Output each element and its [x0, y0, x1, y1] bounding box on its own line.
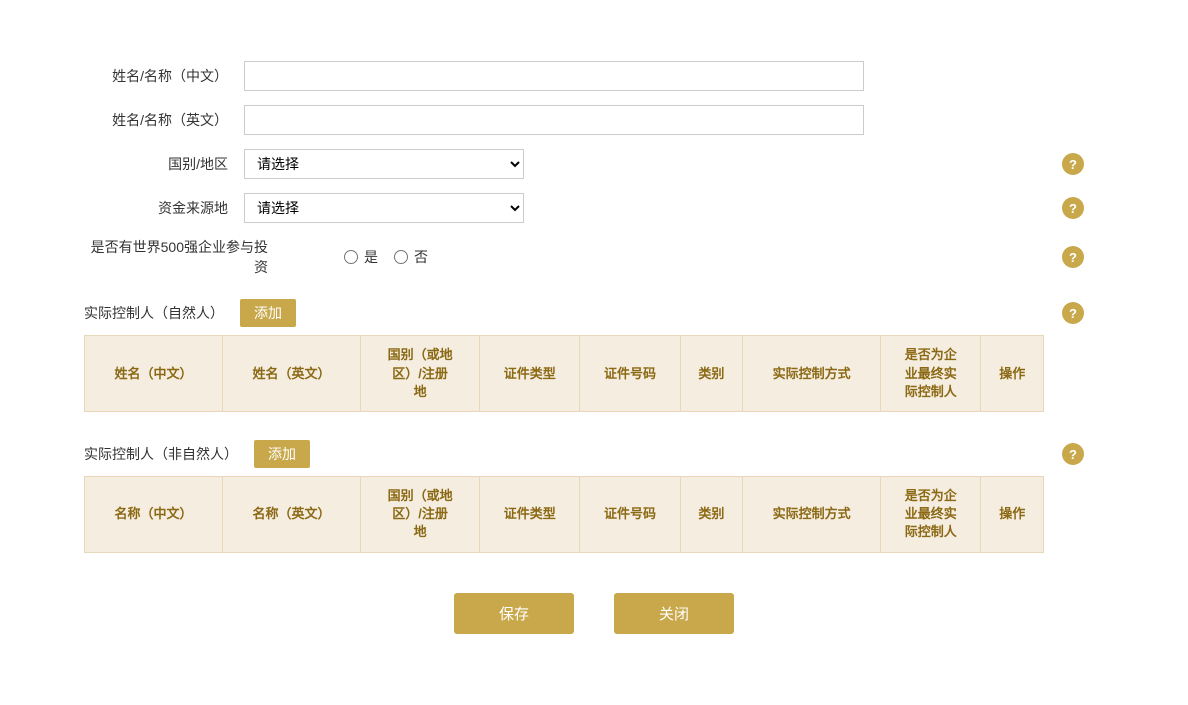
natural-person-help-icon[interactable]: ?	[1062, 302, 1084, 324]
name-cn-input[interactable]	[244, 61, 864, 91]
natural-person-title: 实际控制人（自然人）	[84, 303, 224, 323]
non-natural-person-section: 实际控制人（非自然人） 添加 ? 名称（中文） 名称（英文） 国别（或地区）/注…	[84, 432, 1104, 553]
close-button[interactable]: 关闭	[614, 593, 734, 634]
natural-person-col-9: 操作	[981, 336, 1044, 412]
natural-person-col-6: 类别	[680, 336, 742, 412]
fortune500-no-option[interactable]: 否	[394, 247, 428, 267]
fortune500-row: 是否有世界500强企业参与投资 是 否 ?	[84, 237, 1044, 277]
name-cn-row: 姓名/名称（中文）	[84, 61, 1044, 91]
natural-person-col-1: 姓名（中文）	[85, 336, 223, 412]
name-cn-label: 姓名/名称（中文）	[84, 66, 244, 86]
fortune500-yes-option[interactable]: 是	[344, 247, 378, 267]
non-natural-person-col-3: 国别（或地区）/注册地	[361, 477, 480, 553]
non-natural-person-col-4: 证件类型	[480, 477, 580, 553]
page-container: 姓名/名称（中文） 姓名/名称（英文） 国别/地区 请选择 ? 资金来源地 请选…	[44, 41, 1144, 663]
non-natural-person-col-6: 类别	[680, 477, 742, 553]
non-natural-person-add-button[interactable]: 添加	[254, 440, 310, 468]
fortune500-help-icon[interactable]: ?	[1062, 246, 1084, 268]
non-natural-person-col-2: 名称（英文）	[223, 477, 361, 553]
name-en-label: 姓名/名称（英文）	[84, 110, 244, 130]
non-natural-person-col-5: 证件号码	[580, 477, 680, 553]
non-natural-person-header: 实际控制人（非自然人） 添加 ?	[84, 432, 1044, 476]
natural-person-col-7: 实际控制方式	[743, 336, 881, 412]
fortune500-label: 是否有世界500强企业参与投资	[84, 237, 284, 277]
fund-source-row: 资金来源地 请选择 ?	[84, 193, 1044, 223]
country-select[interactable]: 请选择	[244, 149, 524, 179]
fortune500-no-label: 否	[414, 247, 428, 267]
natural-person-header-row: 姓名（中文） 姓名（英文） 国别（或地区）/注册地 证件类型 证件号码 类别 实…	[85, 336, 1044, 412]
non-natural-person-col-7: 实际控制方式	[743, 477, 881, 553]
natural-person-col-4: 证件类型	[480, 336, 580, 412]
natural-person-col-3: 国别（或地区）/注册地	[361, 336, 480, 412]
fund-source-select[interactable]: 请选择	[244, 193, 524, 223]
natural-person-col-5: 证件号码	[580, 336, 680, 412]
natural-person-col-2: 姓名（英文）	[223, 336, 361, 412]
natural-person-header: 实际控制人（自然人） 添加 ?	[84, 291, 1044, 335]
non-natural-person-col-8: 是否为企业最终实际控制人	[881, 477, 981, 553]
non-natural-person-table: 名称（中文） 名称（英文） 国别（或地区）/注册地 证件类型 证件号码 类别 实…	[84, 476, 1044, 553]
non-natural-person-col-1: 名称（中文）	[85, 477, 223, 553]
name-en-row: 姓名/名称（英文）	[84, 105, 1044, 135]
save-button[interactable]: 保存	[454, 593, 574, 634]
fortune500-no-radio[interactable]	[394, 250, 408, 264]
country-row: 国别/地区 请选择 ?	[84, 149, 1044, 179]
fortune500-yes-label: 是	[364, 247, 378, 267]
natural-person-table-head: 姓名（中文） 姓名（英文） 国别（或地区）/注册地 证件类型 证件号码 类别 实…	[85, 336, 1044, 412]
natural-person-add-button[interactable]: 添加	[240, 299, 296, 327]
fortune500-yes-radio[interactable]	[344, 250, 358, 264]
bottom-buttons: 保存 关闭	[84, 593, 1104, 634]
natural-person-table: 姓名（中文） 姓名（英文） 国别（或地区）/注册地 证件类型 证件号码 类别 实…	[84, 335, 1044, 412]
fund-source-label: 资金来源地	[84, 198, 244, 218]
natural-person-col-8: 是否为企业最终实际控制人	[881, 336, 981, 412]
natural-person-section: 实际控制人（自然人） 添加 ? 姓名（中文） 姓名（英文） 国别（或地区）/注册…	[84, 291, 1104, 412]
fortune500-radio-group: 是 否	[344, 247, 428, 267]
fund-source-help-icon[interactable]: ?	[1062, 197, 1084, 219]
name-en-input[interactable]	[244, 105, 864, 135]
form-section: 姓名/名称（中文） 姓名/名称（英文） 国别/地区 请选择 ? 资金来源地 请选…	[84, 61, 1104, 277]
country-help-icon[interactable]: ?	[1062, 153, 1084, 175]
non-natural-person-header-row: 名称（中文） 名称（英文） 国别（或地区）/注册地 证件类型 证件号码 类别 实…	[85, 477, 1044, 553]
country-label: 国别/地区	[84, 154, 244, 174]
non-natural-person-title: 实际控制人（非自然人）	[84, 444, 238, 464]
non-natural-person-col-9: 操作	[981, 477, 1044, 553]
non-natural-person-table-head: 名称（中文） 名称（英文） 国别（或地区）/注册地 证件类型 证件号码 类别 实…	[85, 477, 1044, 553]
non-natural-person-help-icon[interactable]: ?	[1062, 443, 1084, 465]
